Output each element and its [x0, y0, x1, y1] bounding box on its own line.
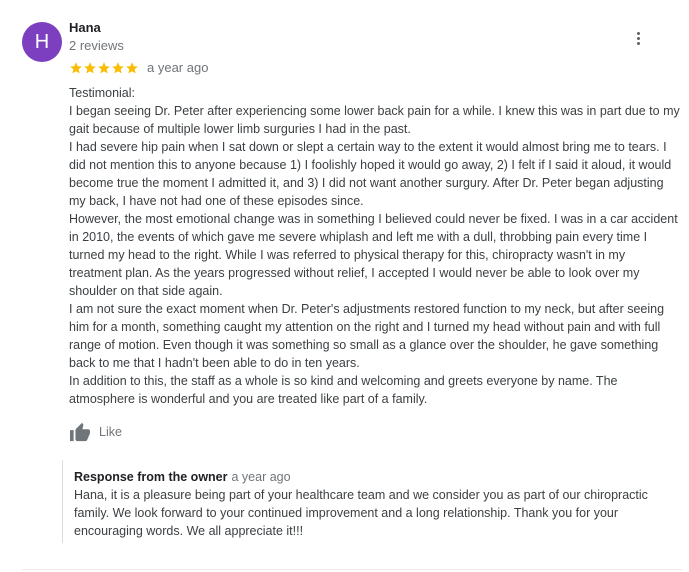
review-paragraph: I began seeing Dr. Peter after experienc… [69, 104, 680, 136]
star-icon [69, 61, 83, 75]
review-time: a year ago [147, 60, 209, 75]
response-title: Response from the owner [74, 470, 228, 484]
star-icon [97, 61, 111, 75]
star-icon [125, 61, 139, 75]
thumbs-up-icon [69, 422, 91, 442]
more-vert-icon [636, 31, 640, 35]
avatar[interactable]: H [22, 22, 62, 62]
more-options-button[interactable] [628, 28, 648, 48]
review-count[interactable]: 2 reviews [69, 38, 124, 53]
rating-row: a year ago [69, 60, 208, 75]
review-text: Testimonial: I began seeing Dr. Peter aft… [69, 84, 681, 408]
owner-response: Response from the owner a year ago Hana, … [62, 460, 689, 543]
divider [22, 569, 682, 570]
response-header: Response from the owner a year ago [74, 468, 689, 486]
review-paragraph: Testimonial: [69, 86, 135, 100]
review-paragraph: I am not sure the exact moment when Dr. … [69, 302, 665, 370]
like-button[interactable]: Like [69, 422, 122, 442]
review-card: H Hana 2 reviews a year ago Testimonial:… [0, 0, 689, 572]
reviewer-name[interactable]: Hana [69, 20, 101, 35]
review-paragraph: However, the most emotional change was i… [69, 212, 678, 298]
review-paragraph: In addition to this, the staff as a whol… [69, 374, 618, 406]
response-time: a year ago [231, 470, 291, 484]
star-icon [83, 61, 97, 75]
like-label: Like [99, 425, 122, 439]
review-paragraph: I had severe hip pain when I sat down or… [69, 140, 672, 208]
star-icon [111, 61, 125, 75]
star-rating [69, 61, 139, 75]
response-text: Hana, it is a pleasure being part of you… [74, 488, 648, 538]
